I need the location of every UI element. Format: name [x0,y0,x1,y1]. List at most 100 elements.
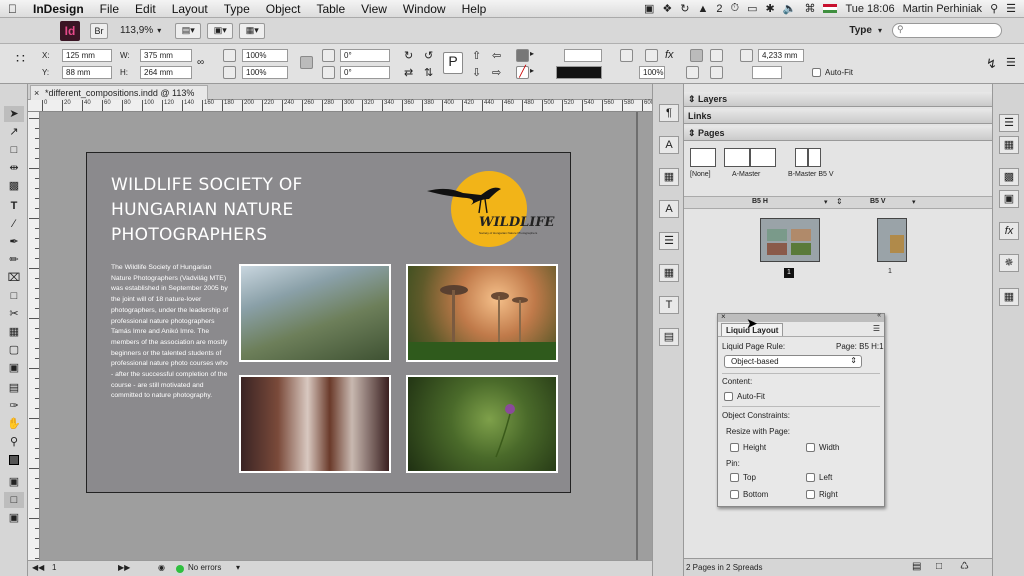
bluetooth-icon[interactable]: ✱ [766,2,775,15]
hand-tool-icon[interactable]: ✋ [4,416,24,432]
lightning-icon[interactable]: ↯ [986,56,999,71]
stroke-swatch[interactable]: ╱ [516,66,529,79]
rotate-field[interactable]: 0° [340,49,390,62]
fill-dropdown-icon[interactable]: ▸ [530,49,539,62]
vertical-ruler[interactable] [28,112,40,560]
b-master-left-thumb[interactable] [795,148,808,167]
gradient-feather-tool-icon[interactable]: ▣ [4,360,24,376]
drop-shadow-icon[interactable] [620,49,633,62]
gap-tool-icon[interactable]: ⇹ [4,160,24,176]
stroke-dropdown-icon[interactable]: ▸ [530,66,539,79]
width-field[interactable]: 375 mm [140,49,192,62]
spotlight-icon[interactable]: ⚲ [990,2,998,15]
panel-titlebar[interactable]: × « [718,312,884,322]
paragraph-styles-icon[interactable]: ☰ [659,232,679,250]
dropbox-icon[interactable]: ❖ [662,2,672,15]
opacity-field[interactable]: 100% [639,66,665,79]
select-previous-icon[interactable]: ⇦ [492,49,505,62]
rule-select[interactable]: Object-based ⇕ [724,355,862,368]
menu-view[interactable]: View [353,2,395,16]
pin-right-checkbox[interactable] [806,490,815,499]
workspace-chevron-icon[interactable]: ▾ [878,26,882,35]
menu-edit[interactable]: Edit [127,2,164,16]
workspace-switcher[interactable]: Type [849,25,872,36]
menu-type[interactable]: Type [216,2,258,16]
frame-size-field[interactable]: 4,233 mm [758,49,804,62]
x-field[interactable]: 125 mm [62,49,112,62]
height-field[interactable]: 264 mm [140,66,192,79]
rotate-cw-icon[interactable]: ↻ [404,49,417,62]
panel-options-icon[interactable]: ☰ [873,324,880,333]
page-title-line-2[interactable]: HUNGARIAN NATURE [111,200,294,220]
table-styles-icon[interactable]: ▦ [999,288,1019,306]
panel-menu-icon[interactable]: ☰ [1006,56,1019,69]
list-icon[interactable]: ☰ [1006,2,1016,15]
flag-icon[interactable] [823,4,838,13]
wildlife-logo[interactable]: WILDLIFE Society of Hungarian Nature Pho… [423,169,554,249]
rotate-ccw-icon[interactable]: ↺ [424,49,437,62]
body-text-frame[interactable]: The Wildlife Society of Hungarian Nature… [111,263,229,402]
page-title-line-1[interactable]: WILDLIFE SOCIETY OF [111,175,303,195]
effects-icon[interactable] [645,49,658,62]
preflight-menu-icon[interactable]: ▾ [236,563,240,572]
page-1-thumb[interactable] [760,218,820,262]
screen-mode-button[interactable]: ▣▾ [207,22,234,39]
table-panel-icon[interactable]: ▦ [659,264,679,282]
photo-flower-frame[interactable] [406,375,558,473]
character-styles-icon[interactable]: A [659,200,679,218]
flip-h-icon[interactable]: ⇄ [404,66,417,79]
eyedropper-tool-icon[interactable]: ✑ [4,398,24,414]
pin-left-checkbox[interactable] [806,473,815,482]
adobe-icon[interactable]: ▲ [698,3,709,15]
time-machine-icon[interactable]: ⏱ [731,2,740,15]
links-panel-header[interactable]: Links [684,109,992,124]
text-wrap-icon[interactable]: T [659,296,679,314]
constrain-proportions-icon[interactable]: ∞ [197,57,210,70]
selection-tool-icon[interactable]: ➤ [4,106,24,122]
page-title-line-3[interactable]: PHOTOGRAPHERS [111,225,267,245]
constrain-scale-icon[interactable] [300,56,313,69]
menu-app-name[interactable]: InDesign [25,2,92,16]
menu-file[interactable]: File [92,2,127,16]
effects-panel-icon[interactable]: fx [999,222,1019,240]
zoom-chevron-icon[interactable]: ▾ [157,26,161,35]
rectangle-frame-tool-icon[interactable]: ⌧ [4,270,24,286]
layout-b5h-menu-icon[interactable]: ▾ [824,198,828,206]
scale-y-field[interactable]: 100% [242,66,288,79]
select-container-icon[interactable]: ⇧ [472,49,485,62]
content-collector-icon[interactable]: ▩ [4,178,24,194]
page-2-thumb[interactable] [877,218,907,262]
menu-table[interactable]: Table [308,2,353,16]
fill-stroke-icon[interactable] [4,454,24,470]
view-options-button[interactable]: ▤▾ [175,22,202,39]
liquid-layout-panel-icon[interactable]: ✵ [999,254,1019,272]
preview-mode-icon[interactable]: ▣ [4,510,24,526]
bridge-button[interactable]: Br [90,22,108,39]
next-page-icon[interactable]: ▶▶ [118,563,130,572]
normal-mode-icon[interactable]: □ [4,492,24,508]
master-none-thumb[interactable] [690,148,716,167]
scissors-tool-icon[interactable]: ✂ [4,306,24,322]
pages-panel-header[interactable]: ⇕ Pages [684,126,992,141]
swatches-panel-icon[interactable]: ▦ [999,136,1019,154]
fx-icon[interactable]: fx [665,49,678,62]
layout-b5v-label[interactable]: B5 V [870,198,886,205]
errors-status[interactable]: No errors [188,563,221,572]
autofit-checkbox[interactable] [724,392,733,401]
photo-mushrooms-frame[interactable] [406,264,558,362]
story-panel-icon[interactable]: ▤ [659,328,679,346]
pin-top-checkbox[interactable] [730,473,739,482]
corner-options-select[interactable] [752,66,782,79]
menu-layout[interactable]: Layout [164,2,216,16]
apple-icon[interactable]:  [0,2,25,16]
sync-icon[interactable]: ↻ [680,2,689,15]
document-page[interactable]: WILDLIFE SOCIETY OF HUNGARIAN NATURE PHO… [86,152,571,493]
close-tab-icon[interactable]: × [34,86,39,100]
document-tab[interactable]: × *different_compositions.indd @ 113% [30,85,208,100]
pencil-tool-icon[interactable]: ✏ [4,252,24,268]
layout-b5h-label[interactable]: B5 H [752,198,768,205]
menu-help[interactable]: Help [454,2,495,16]
liquid-layout-panel[interactable]: × « Liquid Layout ☰ Liquid Page Rule: Pa… [717,312,885,507]
photo-forest-frame[interactable] [239,264,391,362]
fit-content-icon[interactable] [686,66,699,79]
